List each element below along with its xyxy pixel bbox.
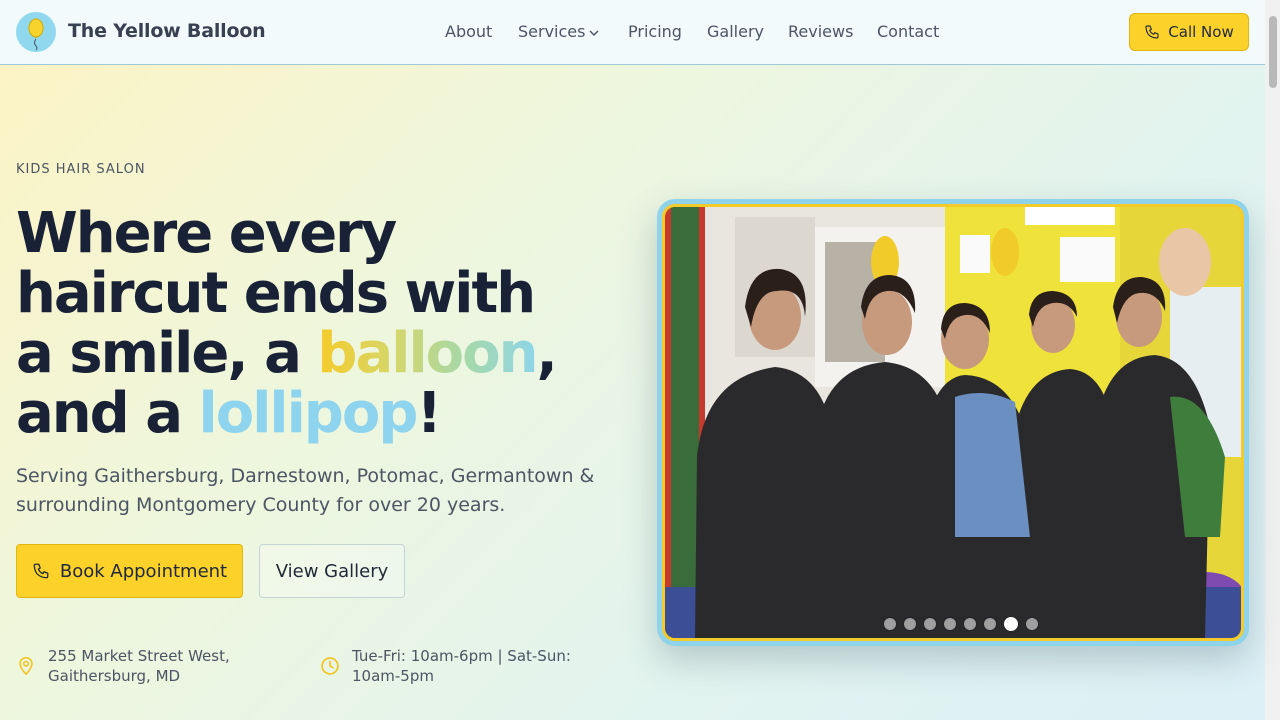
phone-icon <box>1145 25 1159 39</box>
nav-gallery[interactable]: Gallery <box>707 22 764 41</box>
team-photo <box>662 204 1244 641</box>
headline-line-3-end: , <box>536 321 557 386</box>
headline-highlight-balloon: balloon <box>317 321 538 386</box>
clock-icon <box>321 657 339 675</box>
nav-about[interactable]: About <box>445 22 492 41</box>
carousel-dot[interactable] <box>904 618 916 630</box>
hours-text: Tue-Fri: 10am-6pm | Sat-Sun: 10am-5pm <box>352 647 571 685</box>
carousel-dot[interactable] <box>964 618 976 630</box>
headline-line-1: Where every <box>16 201 397 266</box>
hero-subtext: Serving Gaithersburg, Darnestown, Potoma… <box>16 465 595 516</box>
carousel-dots <box>884 617 1038 631</box>
book-appointment-label: Book Appointment <box>59 560 228 582</box>
map-pin-icon <box>19 657 33 675</box>
nav-reviews[interactable]: Reviews <box>788 22 853 41</box>
view-gallery-button[interactable]: View Gallery <box>259 544 405 598</box>
book-appointment-button[interactable]: Book Appointment <box>16 544 243 598</box>
headline-line-4-start: and a <box>16 381 199 446</box>
team-photo-illustration <box>665 207 1241 638</box>
chevron-down-icon <box>589 29 599 36</box>
call-now-button[interactable]: Call Now <box>1129 13 1249 51</box>
phone-icon <box>33 563 49 579</box>
view-gallery-label: View Gallery <box>275 560 389 582</box>
nav-services[interactable]: Services <box>518 22 600 41</box>
headline-line-3-start: a smile, a <box>16 321 318 386</box>
hero-headline: Where every haircut ends with a smile, a… <box>16 204 616 444</box>
carousel-dot[interactable] <box>984 618 996 630</box>
carousel-dot-active[interactable] <box>1004 617 1018 631</box>
headline-line-2: haircut ends with <box>16 261 536 326</box>
headline-line-4: and a lollipop! <box>16 384 616 444</box>
address-text: 255 Market Street West, Gaithersburg, MD <box>48 647 230 685</box>
site-header: The Yellow Balloon About Services Pricin… <box>0 0 1265 65</box>
nav-contact[interactable]: Contact <box>877 22 939 41</box>
headline-line-4-end: ! <box>416 381 442 446</box>
headline-line-3: a smile, a balloon, <box>16 324 616 384</box>
nav-services-label: Services <box>518 22 586 41</box>
carousel-dot[interactable] <box>944 618 956 630</box>
headline-highlight-lollipop: lollipop <box>198 381 419 446</box>
call-now-label: Call Now <box>1168 23 1234 41</box>
hero-carousel[interactable] <box>657 199 1249 646</box>
carousel-dot[interactable] <box>1026 618 1038 630</box>
carousel-dot[interactable] <box>884 618 896 630</box>
nav-pricing[interactable]: Pricing <box>628 22 682 41</box>
hero-eyebrow: KIDS HAIR SALON <box>16 162 146 177</box>
brand-name[interactable]: The Yellow Balloon <box>68 20 266 42</box>
balloon-icon[interactable] <box>16 12 56 52</box>
scrollbar-thumb[interactable] <box>1269 16 1277 88</box>
carousel-dot[interactable] <box>924 618 936 630</box>
scrollbar[interactable] <box>1265 0 1280 720</box>
